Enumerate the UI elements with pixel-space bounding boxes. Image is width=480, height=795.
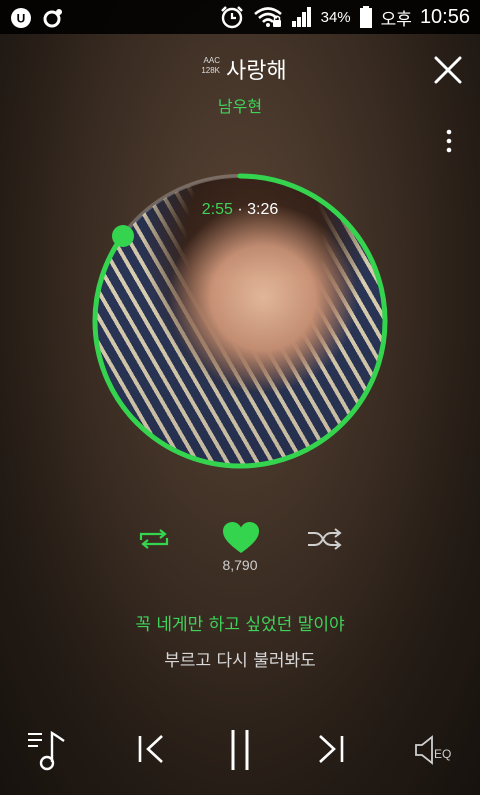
repeat-button[interactable] xyxy=(136,526,172,552)
like-button[interactable] xyxy=(222,521,260,555)
audio-bitrate: 128K xyxy=(201,66,220,75)
close-button[interactable] xyxy=(430,52,466,88)
status-time: 10:56 xyxy=(419,5,470,28)
playlist-button[interactable] xyxy=(26,728,68,772)
more-vertical-icon xyxy=(446,129,452,153)
close-icon xyxy=(434,56,462,84)
battery-icon xyxy=(359,6,372,28)
music-app-icon xyxy=(43,9,62,28)
eq-label: EQ xyxy=(434,747,451,761)
lyric-next-line[interactable]: 부르고 다시 불러봐도 xyxy=(0,646,480,671)
shuffle-icon xyxy=(308,528,342,550)
alarm-icon xyxy=(220,6,243,29)
pause-icon xyxy=(231,730,249,770)
audio-quality-badge: AAC 128K xyxy=(188,56,220,76)
time-separator: · xyxy=(237,201,243,218)
equalizer-icon: EQ xyxy=(415,735,451,765)
heart-icon xyxy=(223,522,259,553)
status-bar: U 34% 오후 10:56 xyxy=(0,0,480,34)
total-time: 3:26 xyxy=(247,201,279,218)
status-am-pm: 오후 xyxy=(380,9,412,29)
more-options-button[interactable] xyxy=(438,126,460,156)
album-art-player: 2:55 · 3:26 xyxy=(86,167,394,475)
track-title: 사랑해 xyxy=(226,59,287,84)
equalizer-button[interactable]: EQ xyxy=(412,733,458,767)
pause-button[interactable] xyxy=(224,726,256,774)
status-right: 34% 오후 10:56 xyxy=(219,3,470,31)
svg-text:U: U xyxy=(17,12,26,26)
track-artist[interactable]: 남우현 xyxy=(0,93,480,117)
progress-knob[interactable] xyxy=(111,224,134,247)
time-display: 2:55 · 3:26 xyxy=(86,201,394,219)
u-plus-icon: U xyxy=(11,8,31,28)
signal-icon xyxy=(291,7,311,27)
lyric-current-line[interactable]: 꼭 네게만 하고 싶었던 말이야 xyxy=(0,610,480,635)
like-count: 8,790 xyxy=(222,557,258,573)
previous-icon xyxy=(138,735,163,763)
status-left-icons: U xyxy=(10,7,64,29)
playlist-icon xyxy=(28,730,65,771)
next-icon xyxy=(319,735,344,763)
shuffle-button[interactable] xyxy=(306,526,344,552)
repeat-icon xyxy=(139,529,169,549)
audio-codec: AAC xyxy=(203,56,220,65)
next-track-button[interactable] xyxy=(312,731,348,767)
previous-track-button[interactable] xyxy=(134,731,170,767)
elapsed-time: 2:55 xyxy=(201,201,233,218)
battery-percent: 34% xyxy=(320,8,351,26)
wifi-icon xyxy=(253,7,282,27)
